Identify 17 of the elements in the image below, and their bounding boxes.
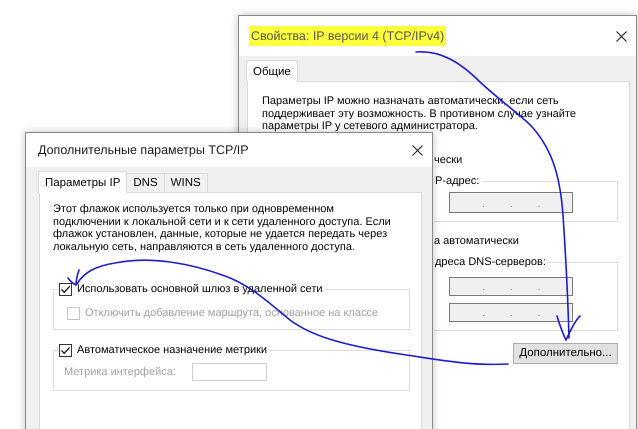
close-icon[interactable] [616, 30, 627, 42]
group-label: P-адрес: [435, 174, 482, 188]
close-icon[interactable] [412, 144, 423, 156]
checkbox-label: Автоматическое назначение метрики [77, 344, 268, 357]
option-label: чески [434, 154, 464, 166]
option-label: а автоматически [434, 234, 520, 248]
window-title: Свойства: IP версии 4 (TCP/IPv4) [249, 26, 446, 46]
tab[interactable]: Общие [246, 60, 298, 82]
checkbox[interactable] [59, 283, 72, 296]
advanced-button[interactable]: Дополнительно... [513, 342, 618, 364]
window-title: Дополнительные параметры TCP/IP [37, 142, 250, 159]
tab[interactable]: Параметры IP [38, 171, 128, 193]
checkbox[interactable] [59, 344, 72, 357]
group-label: дреса DNS-серверов: [435, 256, 549, 268]
tab[interactable]: WINS [164, 173, 208, 192]
field-label: Метрика интерфейса: [64, 366, 177, 378]
description-text: Этот флажок используется только при одновременном подключении к локальной сети и к сети удаленного доступа. Если флажок установлен, данные, которые не удается передать через локальную сеть, направляются в сеть удаленного доступа. [53, 203, 392, 253]
